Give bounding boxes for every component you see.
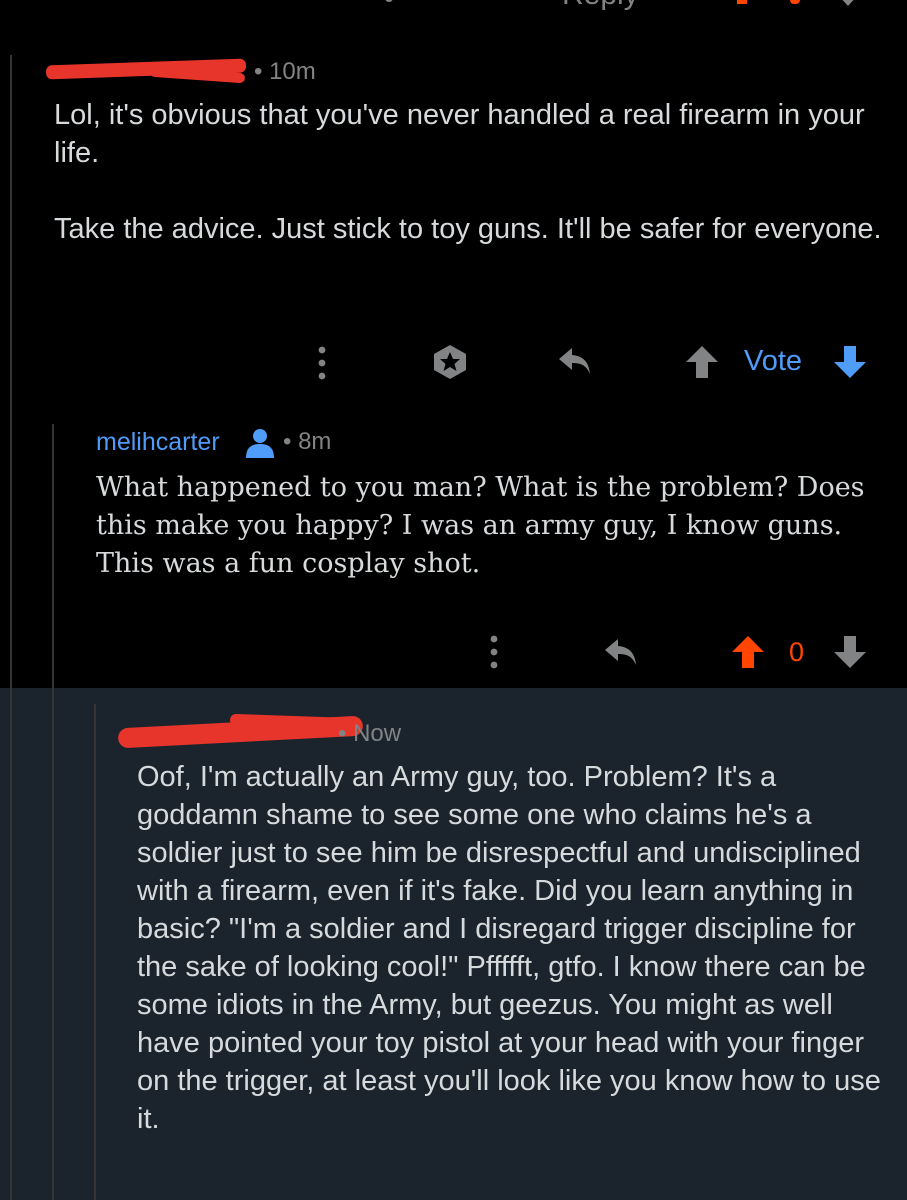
vote-label[interactable]: Vote [744, 345, 802, 378]
comment-time: Now [353, 720, 402, 747]
downvote-icon[interactable] [832, 344, 868, 380]
comment-body: Oof, I'm actually an Army guy, too. Prob… [137, 758, 882, 1138]
comment-meta: • 10m [254, 58, 316, 85]
more-options-icon[interactable] [486, 634, 502, 670]
score-fragment [790, 0, 800, 4]
upvote-icon[interactable] [730, 634, 766, 670]
score-count: 0 [789, 637, 805, 667]
comment-paragraph: What happened to you man? What is the pr… [96, 472, 865, 579]
comment-body: What happened to you man? What is the pr… [96, 469, 896, 583]
award-icon[interactable] [431, 343, 469, 381]
comment-paragraph: Take the advice. Just stick to toy guns.… [54, 213, 882, 245]
op-user-icon [246, 429, 274, 458]
comment-time: 10m [269, 58, 316, 85]
reply-icon[interactable] [602, 636, 642, 670]
more-options-icon[interactable] [314, 345, 330, 381]
comment-meta: • Now [338, 720, 402, 747]
more-options-icon[interactable] [385, 0, 393, 2]
comment-paragraph: Lol, it's obvious that you've never hand… [54, 99, 865, 169]
comment-paragraph: Oof, I'm actually an Army guy, too. Prob… [137, 761, 881, 1135]
comment-time: 8m [298, 428, 332, 455]
thread-line-3 [94, 704, 96, 1200]
comment-body: Lol, it's obvious that you've never hand… [54, 96, 889, 248]
thread-line-1 [10, 55, 12, 1200]
reply-icon[interactable] [556, 345, 596, 379]
reply-button[interactable]: Reply [562, 0, 639, 12]
downvote-icon[interactable] [832, 634, 868, 670]
comment-meta: • 8m [283, 428, 332, 455]
downvote-icon[interactable] [833, 0, 863, 8]
thread-line-2 [52, 424, 54, 1200]
upvote-icon[interactable] [737, 0, 747, 4]
username[interactable]: melihcarter [96, 428, 220, 457]
upvote-icon[interactable] [684, 344, 720, 380]
